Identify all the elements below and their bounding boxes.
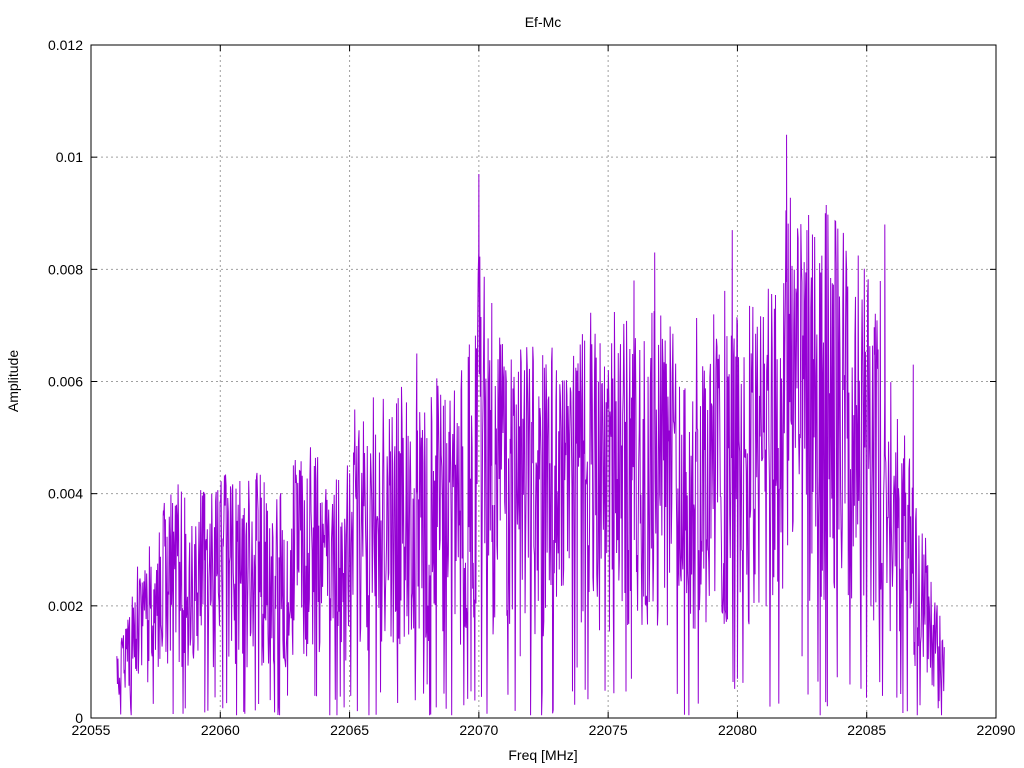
x-tick-label: 22080: [718, 722, 757, 738]
y-tick-label: 0.002: [48, 598, 83, 614]
y-tick-label: 0.004: [48, 486, 83, 502]
y-tick-label: 0: [75, 710, 83, 726]
chart-title: Ef-Mc: [525, 14, 562, 30]
chart: 22055 22060 22065 22070 22075 22080 22085 22090…: [0, 0, 1024, 768]
y-tick-label: 0.01: [56, 149, 83, 165]
x-axis-label: Freq [MHz]: [508, 747, 577, 763]
x-tick-label: 22075: [589, 722, 628, 738]
y-tick-label: 0.006: [48, 374, 83, 390]
y-tick-label: 0.012: [48, 37, 83, 53]
y-axis-label: Amplitude: [5, 350, 21, 412]
x-tick-label: 22060: [201, 722, 240, 738]
x-tick-label: 22085: [847, 722, 886, 738]
x-tick-label: 22070: [459, 722, 498, 738]
x-tick-label: 22065: [330, 722, 369, 738]
x-tick-label: 22090: [977, 722, 1016, 738]
y-tick-label: 0.008: [48, 261, 83, 277]
